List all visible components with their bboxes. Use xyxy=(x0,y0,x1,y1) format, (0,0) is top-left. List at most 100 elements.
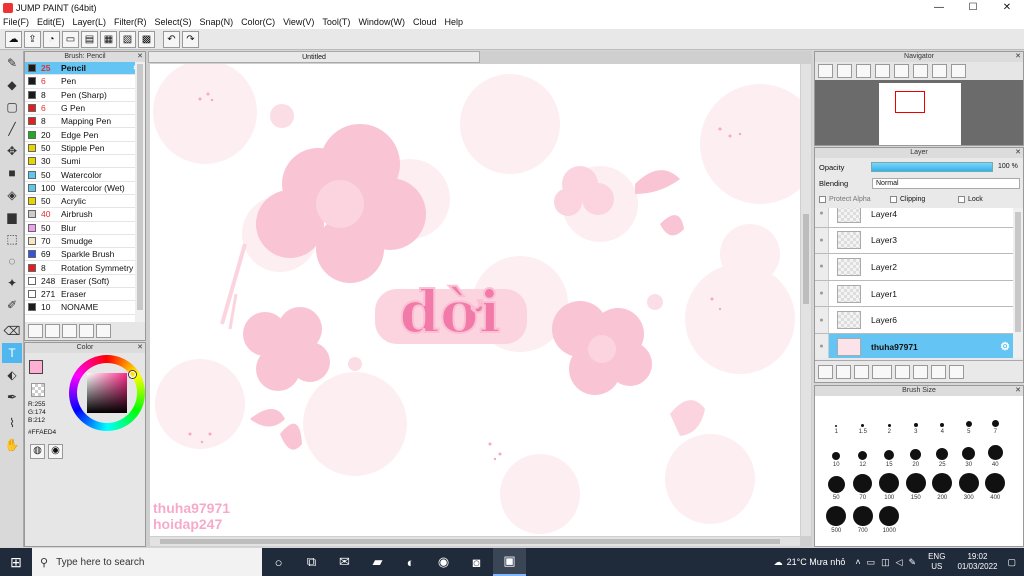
brush-size-option[interactable]: 50 xyxy=(823,468,850,501)
brush-size-option[interactable]: 30 xyxy=(956,435,983,468)
notification-icon[interactable]: ▢ xyxy=(1007,557,1016,568)
layer-row[interactable]: ● Layer4 xyxy=(815,208,1014,228)
saturation-value-square[interactable] xyxy=(87,373,127,413)
close-button[interactable]: ✕ xyxy=(990,0,1024,15)
document-tab[interactable]: Untitled xyxy=(148,51,480,63)
visibility-eye-icon[interactable]: ● xyxy=(815,307,829,333)
foreground-color-swatch[interactable] xyxy=(29,360,43,374)
brush-size-option[interactable]: 1000 xyxy=(876,501,903,534)
menu-view[interactable]: View(V) xyxy=(283,17,314,27)
brush-size-option[interactable]: 100 xyxy=(876,468,903,501)
visibility-eye-icon[interactable]: ● xyxy=(815,280,829,307)
undo-icon[interactable]: ↶ xyxy=(163,30,180,48)
zoom-in-icon[interactable] xyxy=(818,64,833,78)
fit-to-screen-icon[interactable] xyxy=(856,64,871,78)
line-tool-icon[interactable]: ╱ xyxy=(2,119,22,139)
layer-row[interactable]: ● Layer3 xyxy=(815,227,1014,255)
eyedropper-tool-icon[interactable]: ⌇ xyxy=(2,413,22,433)
brush-size-option[interactable]: 7 xyxy=(982,402,1009,435)
menu-edit[interactable]: Edit(E) xyxy=(37,17,65,27)
network-icon[interactable]: ◫ xyxy=(881,557,890,568)
new-layer-icon[interactable] xyxy=(818,364,833,379)
bucket-tool-icon[interactable]: ◈ xyxy=(2,185,22,205)
brush-item[interactable]: 50 Stipple Pen xyxy=(25,142,145,156)
brush-size-option[interactable]: 5 xyxy=(956,402,983,435)
brush-item[interactable]: 271 Eraser xyxy=(25,288,145,302)
copy-layer-icon[interactable] xyxy=(854,364,869,379)
text-tool-icon[interactable]: T xyxy=(2,343,22,363)
brush-item[interactable]: 40 Airbrush xyxy=(25,208,145,222)
reset-rotation-icon[interactable] xyxy=(932,64,947,78)
brush-list-scrollbar[interactable] xyxy=(135,62,145,324)
brush-size-option[interactable]: 300 xyxy=(956,468,983,501)
visibility-eye-icon[interactable]: ● xyxy=(815,208,829,227)
add-brush-icon[interactable] xyxy=(28,324,43,338)
input-language[interactable]: ENG US xyxy=(928,552,945,572)
redo-icon[interactable]: ↷ xyxy=(182,30,199,48)
brush-size-option[interactable]: 200 xyxy=(929,468,956,501)
layer-row[interactable]: ● Layer6 xyxy=(815,307,1014,334)
layer-row[interactable]: ● Layer1 xyxy=(815,280,1014,308)
brush-size-option[interactable]: 500 xyxy=(823,501,850,534)
brush-size-option[interactable]: 400 xyxy=(982,468,1009,501)
move-tool-icon[interactable]: ✥ xyxy=(2,141,22,161)
layer-row[interactable]: ● thuha97971 ⚙ xyxy=(815,333,1014,358)
layer-dropdown-icon[interactable] xyxy=(872,364,892,379)
brush-item[interactable]: 6 Pen xyxy=(25,75,145,89)
gradient-tool-icon[interactable]: ▆ xyxy=(2,207,22,227)
magic-wand-tool-icon[interactable]: ✦ xyxy=(2,273,22,293)
drawing-canvas[interactable]: dời thuha97971 hoidap247 xyxy=(150,64,800,536)
opacity-slider[interactable] xyxy=(871,162,993,172)
transparent-color-swatch[interactable] xyxy=(31,383,45,397)
menu-tool[interactable]: Tool(T) xyxy=(322,17,350,27)
menu-file[interactable]: File(F) xyxy=(3,17,29,27)
view-rectangle[interactable] xyxy=(895,91,925,113)
battery-icon[interactable]: ▭ xyxy=(867,557,876,568)
menu-select[interactable]: Select(S) xyxy=(155,17,192,27)
menu-help[interactable]: Help xyxy=(444,17,463,27)
task-view-icon[interactable]: ⧉ xyxy=(295,548,328,576)
brush-size-option[interactable]: 1.5 xyxy=(850,402,877,435)
pen-workspace-icon[interactable]: ✎ xyxy=(909,557,917,568)
rotate-icon[interactable] xyxy=(894,64,909,78)
hue-marker[interactable] xyxy=(129,371,136,378)
chrome-icon[interactable]: ◉ xyxy=(427,548,460,576)
windows-start-icon[interactable]: ⊞ xyxy=(0,548,32,576)
menu-cloud[interactable]: Cloud xyxy=(413,17,437,27)
brush-size-option[interactable]: 70 xyxy=(850,468,877,501)
layer-row[interactable]: ● Layer2 xyxy=(815,254,1014,281)
canvas-horizontal-scrollbar[interactable] xyxy=(150,537,800,546)
upload-icon[interactable]: ⇪ xyxy=(24,30,41,48)
visibility-eye-icon[interactable]: ● xyxy=(815,333,829,358)
hand-tool-icon[interactable]: ✋ xyxy=(2,435,22,455)
brush-size-option[interactable]: 12 xyxy=(850,435,877,468)
layer-list-scrollbar[interactable] xyxy=(1013,208,1023,358)
close-icon[interactable]: ✕ xyxy=(1015,148,1021,158)
document-icon[interactable]: ▦ xyxy=(100,30,117,48)
tray-chevron-icon[interactable]: ˄ xyxy=(855,557,860,567)
navigator-settings-icon[interactable] xyxy=(951,64,966,78)
close-icon[interactable]: ✕ xyxy=(137,343,143,353)
layer-settings-icon[interactable] xyxy=(931,364,946,379)
edge-icon[interactable]: ◐ xyxy=(394,548,427,576)
rectangle-tool-icon[interactable]: ▢ xyxy=(2,97,22,117)
brush-size-option[interactable]: 25 xyxy=(929,435,956,468)
protect-alpha-checkbox[interactable]: Protect Alpha xyxy=(819,196,871,203)
page-icon[interactable]: ▤ xyxy=(81,30,98,48)
canvas-vertical-scrollbar[interactable] xyxy=(801,64,811,536)
brush-size-option[interactable]: 2 xyxy=(876,402,903,435)
grid-icon[interactable]: ▩ xyxy=(138,30,155,48)
visibility-eye-icon[interactable]: ● xyxy=(815,254,829,280)
brush-item[interactable]: 20 Edge Pen xyxy=(25,128,145,142)
cortana-icon[interactable]: ○ xyxy=(262,548,295,576)
brush-size-option[interactable]: 700 xyxy=(850,501,877,534)
brush-size-option[interactable]: 3 xyxy=(903,402,930,435)
brush-item[interactable]: 70 Smudge xyxy=(25,235,145,249)
cloud-icon[interactable]: ☁ xyxy=(5,30,22,48)
speech-bubble-icon[interactable]: ◔ xyxy=(43,30,60,48)
flip-icon[interactable] xyxy=(913,64,928,78)
brush-size-option[interactable]: 150 xyxy=(903,468,930,501)
clock[interactable]: 19:02 01/03/2022 xyxy=(957,552,997,572)
delete-layer-icon[interactable] xyxy=(949,364,964,379)
select-rect-tool-icon[interactable]: ⬚ xyxy=(2,229,22,249)
